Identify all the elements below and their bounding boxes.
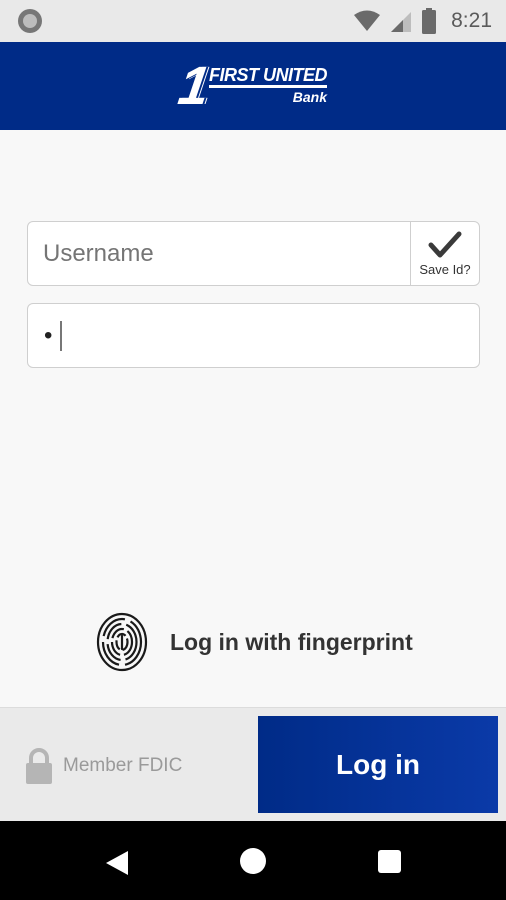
fingerprint-login-button[interactable]: Log in with fingerprint bbox=[96, 612, 413, 672]
checkmark-icon bbox=[428, 231, 462, 258]
recents-icon[interactable] bbox=[378, 850, 401, 873]
system-nav-bar bbox=[0, 821, 506, 900]
logo-numeral: 1 bbox=[174, 56, 214, 116]
notification-dot-icon bbox=[18, 9, 42, 33]
footer-bar: Member FDIC Log in bbox=[0, 707, 506, 821]
password-input[interactable]: • bbox=[27, 303, 480, 368]
fdic-label: Member FDIC bbox=[63, 755, 183, 776]
save-id-toggle[interactable]: Save Id? bbox=[410, 222, 479, 285]
username-field-group: Save Id? bbox=[27, 221, 480, 286]
password-value: • bbox=[44, 321, 53, 349]
logo-line1: FIRST UNITED bbox=[209, 66, 328, 89]
status-time: 8:21 bbox=[451, 9, 492, 32]
fdic-notice: Member FDIC bbox=[25, 746, 182, 786]
logo-line2: Bank bbox=[292, 89, 328, 106]
login-button-label: Log in bbox=[336, 748, 420, 780]
fingerprint-icon bbox=[96, 612, 148, 672]
home-icon[interactable] bbox=[240, 848, 266, 874]
login-button[interactable]: Log in bbox=[258, 716, 498, 813]
lock-icon bbox=[26, 748, 52, 784]
status-icons: 8:21 bbox=[353, 6, 492, 36]
username-input[interactable] bbox=[28, 222, 410, 285]
text-caret bbox=[60, 320, 62, 351]
signal-icon bbox=[391, 12, 412, 32]
app-header: 1 FIRST UNITED Bank bbox=[0, 42, 506, 130]
wifi-icon bbox=[354, 10, 381, 31]
back-icon[interactable] bbox=[104, 849, 130, 877]
status-bar: 8:21 bbox=[0, 0, 506, 42]
save-id-label: Save Id? bbox=[419, 262, 471, 277]
bank-logo: 1 FIRST UNITED Bank bbox=[175, 56, 328, 116]
battery-icon bbox=[422, 8, 437, 34]
fingerprint-label: Log in with fingerprint bbox=[170, 628, 413, 655]
